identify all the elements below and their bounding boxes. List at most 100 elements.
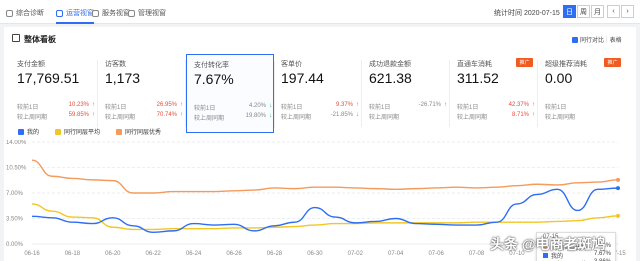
y-tick-label: 7.00% bbox=[6, 191, 24, 197]
metric-compare-row: 较上周同期 -21.85% ↓ bbox=[281, 112, 359, 121]
arrow-down-icon: ↓ bbox=[356, 112, 359, 118]
metric-card[interactable]: 客单价 197.44 较前1日 9.37% ↑ 较上周同期 -21.85% ↓ bbox=[274, 54, 362, 133]
arrow-down-icon: ↓ bbox=[269, 103, 272, 109]
compare-percent: -26.71% bbox=[418, 102, 441, 108]
metric-value: 1,173 bbox=[105, 70, 141, 86]
arrow-up-icon: ↑ bbox=[356, 102, 359, 108]
tab-diagnosis[interactable]: 综合诊断 bbox=[6, 6, 44, 20]
compare-label: 较前1日 bbox=[369, 105, 391, 111]
dashboard-icon bbox=[12, 34, 20, 42]
compare-toggle[interactable]: 同行对比 | 表格 bbox=[572, 35, 622, 44]
legend-swatch bbox=[116, 129, 123, 135]
metric-compare-row: 较前1日 4.20% ↓ bbox=[194, 103, 272, 112]
metric-name: 客单价 bbox=[281, 61, 302, 68]
compare-label: 较上周同期 bbox=[194, 116, 225, 122]
promo-badge[interactable]: 推广 bbox=[604, 58, 621, 67]
metric-value: 7.67% bbox=[194, 71, 234, 87]
legend-item[interactable]: 我的 bbox=[18, 127, 39, 137]
compare-label: 较上周同期 bbox=[545, 115, 576, 121]
service-icon bbox=[92, 9, 99, 17]
y-tick-label: 0.00% bbox=[6, 242, 24, 248]
legend-item[interactable]: 同行同层优秀 bbox=[116, 127, 161, 137]
legend-item[interactable]: 同行同层平均 bbox=[55, 127, 100, 137]
period-day-button[interactable]: 日 bbox=[563, 5, 576, 18]
metric-card[interactable]: 成功退款金额 621.38 较前1日 -26.71% ↑ 较上周同期 bbox=[362, 54, 450, 133]
next-arrow-button[interactable]: › bbox=[621, 5, 634, 18]
metric-name: 支付转化率 bbox=[194, 62, 229, 69]
metric-value: 621.38 bbox=[369, 70, 412, 86]
metric-card[interactable]: 支付转化率 7.67% 较前1日 4.20% ↓ 较上周同期 19.80% ↓ bbox=[186, 54, 275, 133]
series-line bbox=[31, 203, 619, 231]
metric-card[interactable]: 直通车消耗 311.52 较前1日 42.37% ↑ 较上周同期 8.71% ↑ 推广 bbox=[450, 54, 538, 133]
compare-percent: 9.37% bbox=[335, 102, 353, 108]
tab-management[interactable]: 管理视窗 bbox=[128, 6, 166, 20]
panel-header: 整体看板 同行对比 | 表格 bbox=[4, 27, 636, 49]
tab-service[interactable]: 服务视窗 bbox=[92, 6, 130, 20]
metric-value: 311.52 bbox=[457, 70, 499, 86]
metric-compare-row: 较前1日 bbox=[545, 102, 623, 111]
arrow-up-icon: ↑ bbox=[180, 102, 183, 108]
metric-name: 超级推荐消耗 bbox=[545, 61, 587, 68]
x-tick-label: 07-04 bbox=[388, 251, 404, 257]
overview-panel: 整体看板 同行对比 | 表格 支付金额 17,769.51 较前1日 10.23% ↑ 较… bbox=[4, 27, 636, 261]
metric-compare-row: 较上周同期 19.80% ↓ bbox=[194, 113, 272, 122]
top-nav: 综合诊断 运营视窗 服务视窗 管理视窗 统计时间 2020-07-15 日 周 … bbox=[0, 0, 640, 24]
arrow-up-icon: ↑ bbox=[532, 102, 535, 108]
series-line bbox=[31, 187, 619, 234]
metric-compare-row: 较上周同期 59.85% ↑ bbox=[17, 112, 95, 121]
x-tick-label: 06-20 bbox=[105, 251, 121, 257]
period-month-button[interactable]: 月 bbox=[591, 5, 604, 18]
data-point[interactable] bbox=[616, 186, 620, 191]
metric-compare-row: 较上周同期 70.74% ↑ bbox=[105, 112, 183, 121]
metric-compare-row: 较前1日 -26.71% ↑ bbox=[369, 102, 447, 111]
metric-value: 17,769.51 bbox=[17, 70, 80, 86]
metric-card[interactable]: 超级推荐消耗 0.00 较前1日较上周同期 推广 bbox=[538, 54, 626, 133]
metric-name: 访客数 bbox=[105, 61, 126, 68]
metric-name: 直通车消耗 bbox=[457, 61, 492, 68]
checkbox-icon[interactable] bbox=[572, 36, 578, 43]
chart-legend: 我的 同行同层平均 同行同层优秀 bbox=[18, 127, 161, 137]
compare-label: 较前1日 bbox=[17, 105, 39, 111]
compare-label: 较前1日 bbox=[545, 105, 567, 111]
stat-time: 统计时间 2020-07-15 bbox=[494, 10, 560, 17]
prev-arrow-button[interactable]: ‹ bbox=[607, 5, 620, 18]
metric-card[interactable]: 支付金额 17,769.51 较前1日 10.23% ↑ 较上周同期 59.85% ↑ bbox=[10, 54, 98, 133]
tab-operations[interactable]: 运营视窗 bbox=[56, 6, 94, 24]
table-link[interactable]: 表格 bbox=[610, 35, 622, 44]
x-tick-label: 06-16 bbox=[24, 251, 40, 257]
compare-label: 较前1日 bbox=[105, 105, 127, 111]
metric-card[interactable]: 访客数 1,173 较前1日 26.95% ↑ 较上周同期 70.74% ↑ bbox=[98, 54, 186, 133]
arrow-up-icon: ↑ bbox=[180, 112, 183, 118]
metric-compare-row: 较上周同期 bbox=[545, 112, 623, 121]
compare-percent: 26.95% bbox=[156, 102, 177, 108]
diagnosis-icon bbox=[6, 9, 13, 17]
x-tick-label: 07-08 bbox=[469, 251, 485, 257]
watermark: 头条 @电商老斑鸠 bbox=[490, 236, 606, 252]
arrow-up-icon: ↑ bbox=[92, 102, 95, 108]
arrow-up-icon: ↑ bbox=[444, 102, 447, 108]
period-week-button[interactable]: 周 bbox=[577, 5, 590, 18]
compare-label: 较前1日 bbox=[281, 105, 303, 111]
compare-percent: 42.37% bbox=[508, 102, 529, 108]
compare-percent: -21.85% bbox=[330, 112, 353, 118]
arrow-up-icon: ↑ bbox=[92, 112, 95, 118]
x-tick-label: 07-02 bbox=[348, 251, 364, 257]
series-line bbox=[31, 159, 619, 194]
x-tick-label: 06-22 bbox=[146, 251, 162, 257]
metric-name: 支付金额 bbox=[17, 61, 45, 68]
x-tick-label: 06-28 bbox=[267, 251, 283, 257]
compare-percent: 4.20% bbox=[248, 103, 266, 109]
x-tick-label: 07-06 bbox=[428, 251, 444, 257]
y-tick-label: 10.50% bbox=[6, 166, 27, 172]
metric-value: 0.00 bbox=[545, 70, 573, 86]
promo-badge[interactable]: 推广 bbox=[516, 58, 533, 67]
metric-value: 197.44 bbox=[281, 70, 324, 86]
data-point[interactable] bbox=[616, 213, 620, 218]
x-tick-label: 06-24 bbox=[186, 251, 202, 257]
compare-percent: 59.85% bbox=[68, 112, 89, 118]
compare-percent: 8.71% bbox=[511, 112, 529, 118]
metric-compare-row: 较前1日 9.37% ↑ bbox=[281, 102, 359, 111]
data-point[interactable] bbox=[616, 177, 620, 182]
metric-compare-row: 较上周同期 8.71% ↑ bbox=[457, 112, 535, 121]
x-tick-label: 06-30 bbox=[307, 251, 323, 257]
